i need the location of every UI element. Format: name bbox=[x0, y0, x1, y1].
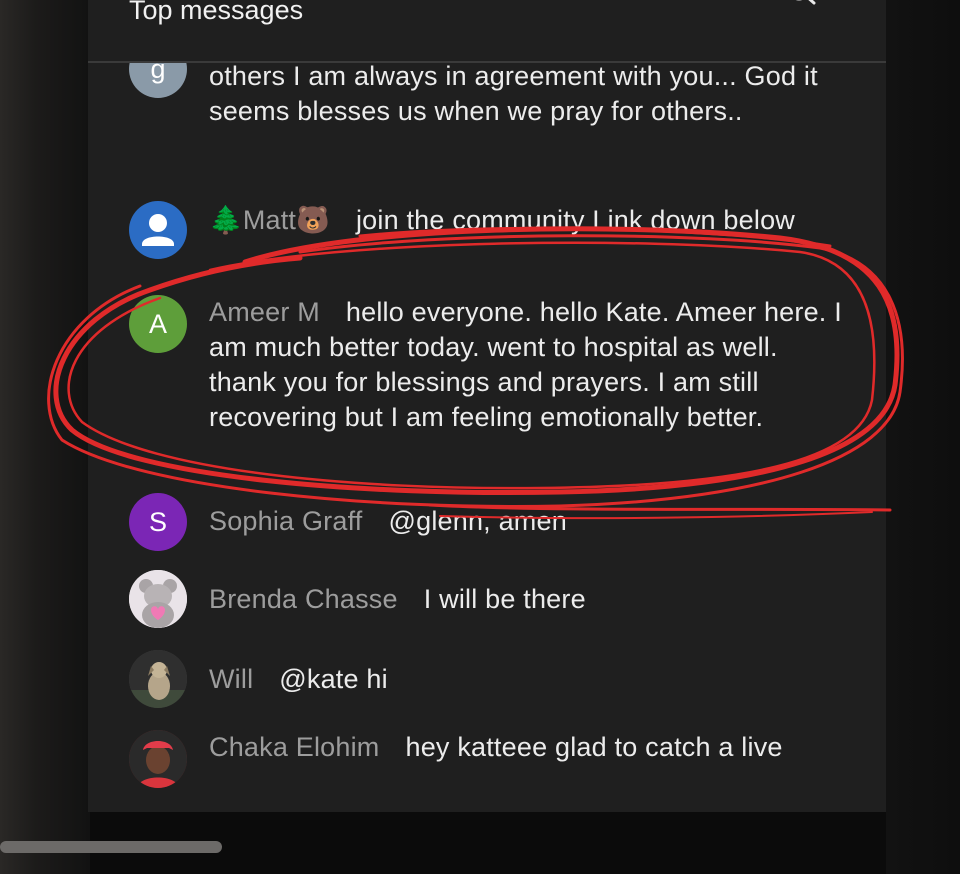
message-author[interactable]: Brenda Chasse bbox=[209, 584, 398, 614]
message-text: hey katteee glad to catch a live bbox=[405, 732, 783, 762]
avatar[interactable]: g bbox=[129, 63, 187, 98]
message-body: Brenda Chasse I will be there bbox=[209, 582, 849, 617]
search-icon[interactable] bbox=[788, 0, 818, 10]
chat-message: S Sophia Graff @glenn, amen bbox=[88, 493, 886, 563]
message-list[interactable]: g glennhi Kate and family... when you pr… bbox=[88, 63, 886, 812]
avatar[interactable]: A bbox=[129, 295, 187, 353]
chat-header: Top messages bbox=[88, 0, 886, 63]
avatar-letter: A bbox=[148, 308, 167, 339]
teddy-bear-icon bbox=[129, 570, 187, 628]
profile-photo-icon bbox=[129, 730, 187, 788]
chat-message: Brenda Chasse I will be there bbox=[88, 570, 886, 640]
device-left-edge bbox=[0, 0, 90, 874]
chat-message: Will @kate hi bbox=[88, 650, 886, 720]
avatar[interactable] bbox=[129, 650, 187, 708]
message-body: Sophia Graff @glenn, amen bbox=[209, 504, 849, 539]
device-right-edge bbox=[886, 0, 960, 874]
avatar-letter: g bbox=[150, 63, 166, 84]
message-body: 🌲Matt🐻 join the community Link down below bbox=[209, 203, 849, 238]
chat-message: 🌲Matt🐻 join the community Link down below bbox=[88, 200, 886, 280]
chat-mode-title[interactable]: Top messages bbox=[129, 0, 303, 28]
message-text: @glenn, amen bbox=[388, 506, 567, 536]
message-body: Will @kate hi bbox=[209, 662, 849, 697]
message-body: Ameer Mhello everyone. hello Kate. Ameer… bbox=[209, 295, 849, 435]
message-author[interactable]: 🌲Matt🐻 bbox=[209, 205, 330, 235]
avatar[interactable] bbox=[129, 570, 187, 628]
message-author[interactable]: Chaka Elohim bbox=[209, 732, 379, 762]
chat-message: A Ameer Mhello everyone. hello Kate. Ame… bbox=[88, 294, 886, 474]
live-chat-panel: Top messages g glennhi Kate and family..… bbox=[88, 0, 886, 812]
message-text: hi Kate and family... when you pray for … bbox=[209, 63, 818, 126]
message-body: Chaka Elohim hey katteee glad to catch a … bbox=[209, 730, 849, 765]
message-text: join the community Link down below bbox=[355, 205, 795, 235]
message-text: I will be there bbox=[423, 584, 586, 614]
message-author[interactable]: Sophia Graff bbox=[209, 506, 363, 536]
avatar[interactable] bbox=[129, 201, 187, 259]
default-person-icon bbox=[142, 214, 174, 246]
message-body: glennhi Kate and family... when you pray… bbox=[209, 63, 849, 129]
avatar-letter: S bbox=[148, 506, 167, 537]
horizontal-scrollbar[interactable] bbox=[0, 841, 222, 853]
dog-photo-icon bbox=[129, 650, 187, 708]
message-text: @kate hi bbox=[279, 664, 388, 694]
avatar[interactable]: S bbox=[129, 493, 187, 551]
chat-message: Chaka Elohim hey katteee glad to catch a … bbox=[88, 729, 886, 812]
message-author[interactable]: Ameer M bbox=[209, 297, 320, 327]
chat-message: g glennhi Kate and family... when you pr… bbox=[88, 63, 886, 192]
avatar[interactable] bbox=[129, 730, 187, 788]
message-author[interactable]: Will bbox=[209, 664, 253, 694]
